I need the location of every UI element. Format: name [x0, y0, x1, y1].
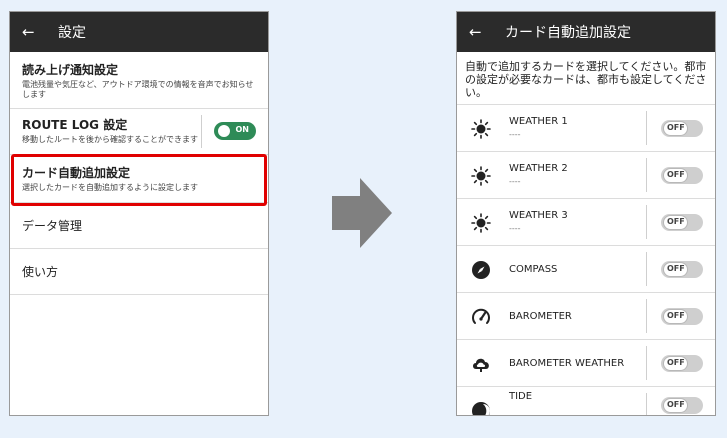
back-arrow-icon[interactable]: ←: [22, 23, 44, 41]
item-description: 移動したルートを後から確認することができます: [22, 135, 198, 144]
card-toggle[interactable]: OFF: [661, 397, 703, 414]
card-city: ----: [509, 130, 521, 139]
route-log-toggle[interactable]: ON: [214, 122, 256, 140]
card-row-weather-1[interactable]: WEATHER 1 ---- OFF: [457, 105, 715, 152]
settings-item-voice-notification[interactable]: 読み上げ通知設定 電池残量や気圧など、アウトドア環境での情報を音声でお知らせしま…: [10, 52, 268, 109]
card-toggle[interactable]: OFF: [661, 355, 703, 372]
barometer-icon: [472, 308, 490, 324]
card-toggle[interactable]: OFF: [661, 167, 703, 184]
card-row-barometer[interactable]: BAROMETER OFF: [457, 293, 715, 340]
card-city: ----: [509, 224, 521, 233]
sun-icon: [471, 213, 491, 233]
item-description: 電池残量や気圧など、アウトドア環境での情報を音声でお知らせします: [22, 80, 254, 99]
card-city: ----: [509, 177, 521, 186]
toggle-label: OFF: [667, 358, 685, 367]
toggle-knob: [218, 125, 230, 137]
item-title: 使い方: [22, 265, 59, 279]
arrow-right-icon: [332, 178, 392, 248]
settings-item-route-log[interactable]: ROUTE LOG 設定 移動したルートを後から確認することができます ON: [10, 109, 268, 155]
divider: [646, 252, 647, 286]
settings-item-data-management[interactable]: データ管理: [10, 203, 268, 249]
toggle-label: OFF: [667, 264, 685, 273]
compass-icon: [472, 261, 490, 279]
item-title: データ管理: [22, 219, 83, 233]
card-toggle[interactable]: OFF: [661, 120, 703, 137]
divider: [646, 393, 647, 415]
item-title: ROUTE LOG 設定: [22, 118, 128, 132]
divider: [201, 115, 202, 148]
divider: [646, 299, 647, 333]
toggle-label: OFF: [667, 311, 685, 320]
divider: [646, 111, 647, 145]
card-name: BAROMETER: [509, 311, 572, 322]
divider: [646, 346, 647, 380]
card-auto-add-screen: ← カード自動追加設定 自動で追加するカードを選択してください。都市の設定が必要…: [456, 11, 716, 416]
card-name: TIDE: [509, 391, 533, 402]
highlight-box: [11, 154, 267, 206]
toggle-label: OFF: [667, 217, 685, 226]
app-bar: ← 設定: [10, 12, 268, 52]
settings-item-how-to-use[interactable]: 使い方: [10, 249, 268, 295]
card-name: WEATHER 3: [509, 210, 568, 221]
item-title: 読み上げ通知設定: [22, 63, 119, 77]
toggle-label: OFF: [667, 170, 685, 179]
card-row-barometer-weather[interactable]: BAROMETER WEATHER OFF: [457, 340, 715, 387]
card-name: BAROMETER WEATHER: [509, 358, 625, 369]
card-toggle[interactable]: OFF: [661, 261, 703, 278]
screen-title: カード自動追加設定: [505, 25, 631, 41]
card-row-weather-2[interactable]: WEATHER 2 ---- OFF: [457, 152, 715, 199]
card-name: WEATHER 2: [509, 163, 568, 174]
card-toggle[interactable]: OFF: [661, 214, 703, 231]
barometer-weather-icon: [473, 358, 489, 372]
card-row-tide[interactable]: TIDE OFF: [457, 387, 715, 415]
settings-screen: ← 設定 読み上げ通知設定 電池残量や気圧など、アウトドア環境での情報を音声でお…: [9, 11, 269, 416]
card-name: WEATHER 1: [509, 116, 568, 127]
divider: [646, 205, 647, 239]
card-toggle[interactable]: OFF: [661, 308, 703, 325]
sun-icon: [471, 119, 491, 139]
screen-title: 設定: [58, 25, 86, 41]
sun-icon: [471, 166, 491, 186]
app-bar: ← カード自動追加設定: [457, 12, 715, 52]
toggle-label: OFF: [667, 123, 685, 132]
divider: [646, 158, 647, 192]
instruction-text: 自動で追加するカードを選択してください。都市の設定が必要なカードは、都市も設定し…: [457, 52, 715, 105]
toggle-label: ON: [235, 125, 250, 134]
card-row-weather-3[interactable]: WEATHER 3 ---- OFF: [457, 199, 715, 246]
toggle-label: OFF: [667, 400, 685, 409]
card-name: COMPASS: [509, 264, 558, 275]
tide-icon: [472, 402, 490, 415]
back-arrow-icon[interactable]: ←: [469, 23, 491, 41]
card-row-compass[interactable]: COMPASS OFF: [457, 246, 715, 293]
